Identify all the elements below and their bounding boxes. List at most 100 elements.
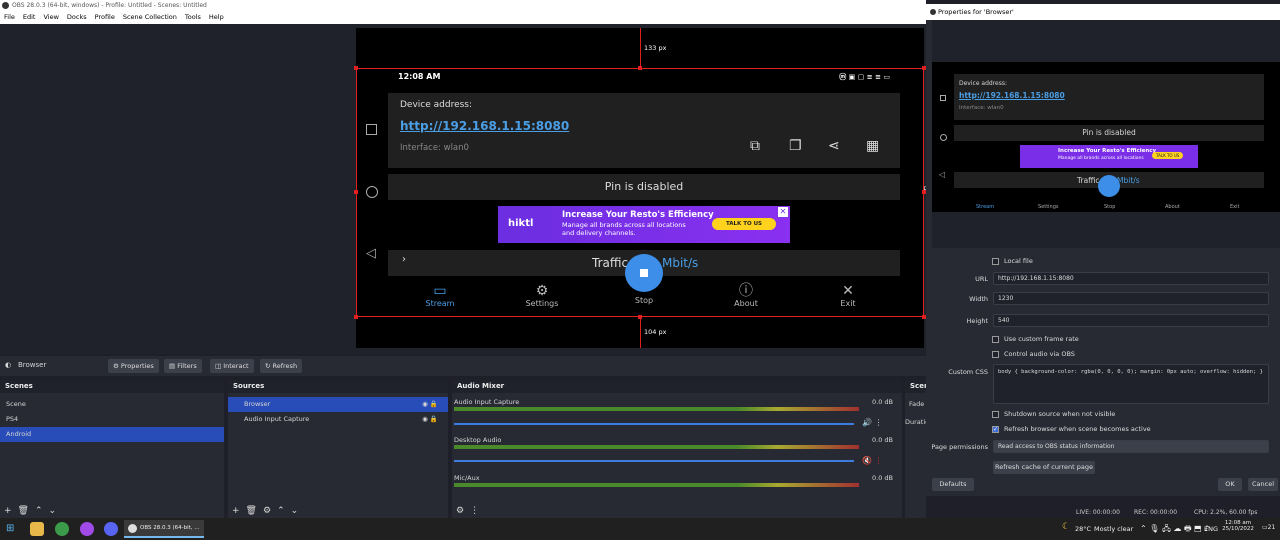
- page-permissions-label: Page permissions: [931, 443, 988, 451]
- gear-icon[interactable]: ⚙: [456, 506, 464, 516]
- share-icon[interactable]: ⋖: [828, 138, 840, 154]
- window-title: OBS 28.0.3 (64-bit, windows) - Profile: …: [12, 2, 207, 9]
- cancel-button[interactable]: Cancel: [1248, 478, 1278, 491]
- weather-temp[interactable]: 28°C: [1075, 525, 1091, 533]
- interact-button[interactable]: ◫ Interact: [210, 359, 254, 373]
- audio-mixer-dock: Audio Mixer Audio Input Capture 0.0 dB 🔊…: [452, 380, 902, 518]
- notification-icon[interactable]: ▭21: [1262, 524, 1275, 531]
- height-input[interactable]: 540: [993, 314, 1269, 327]
- transition-fade[interactable]: Fade: [909, 400, 924, 408]
- close-icon: ✕: [842, 283, 854, 299]
- menu-edit[interactable]: Edit: [23, 11, 36, 24]
- filters-label: Filters: [177, 362, 197, 370]
- preview-ad-headline: Increase Your Resto's Efficiency: [1058, 148, 1157, 154]
- trash-icon[interactable]: 🗑: [246, 506, 257, 516]
- taskbar-obs-app[interactable]: OBS 28.0.3 (64-bit, ...: [124, 520, 204, 538]
- open-external-icon[interactable]: ⧉: [750, 138, 760, 154]
- weather-icon[interactable]: ☾: [1062, 522, 1070, 532]
- eye-icon[interactable]: ◉ 🔒: [422, 397, 438, 412]
- nav-exit-label: Exit: [840, 299, 856, 308]
- control-audio-label: Control audio via OBS: [1004, 350, 1075, 358]
- properties-button[interactable]: ⚙ Properties: [108, 359, 159, 373]
- control-audio-checkbox[interactable]: [992, 351, 999, 358]
- ok-button[interactable]: OK: [1218, 478, 1242, 491]
- down-icon[interactable]: ⌄: [49, 506, 57, 516]
- preview-device-label: Device address:: [959, 80, 1008, 87]
- scene-item[interactable]: PS4: [0, 412, 224, 427]
- add-icon[interactable]: +: [4, 506, 12, 516]
- scene-item[interactable]: Scene: [0, 397, 224, 412]
- menu-docks[interactable]: Docks: [67, 11, 87, 24]
- home-icon: [940, 134, 947, 141]
- refresh-button[interactable]: ↻ Refresh: [260, 359, 303, 373]
- speaker-muted-icon[interactable]: 🔇 ⋮: [862, 456, 883, 465]
- home-icon[interactable]: [366, 186, 378, 198]
- chevron-right-icon[interactable]: ›: [402, 254, 406, 265]
- volume-slider[interactable]: [454, 423, 854, 425]
- preview-nav-exit: Exit: [1230, 204, 1240, 210]
- defaults-button[interactable]: Defaults: [932, 478, 974, 491]
- scenes-dock: Scenes Scene PS4 Android + 🗑 ⌃ ⌄: [0, 380, 224, 518]
- qr-code-icon[interactable]: ▦: [866, 138, 879, 154]
- resize-handle[interactable]: [638, 66, 642, 70]
- back-icon[interactable]: ◁: [366, 246, 376, 261]
- menu-profile[interactable]: Profile: [95, 11, 115, 24]
- menu-tools[interactable]: Tools: [185, 11, 201, 24]
- windows-start-icon[interactable]: ⊞: [6, 523, 14, 534]
- interact-label: Interact: [223, 362, 249, 370]
- nav-exit[interactable]: ✕ Exit: [818, 283, 878, 308]
- width-input[interactable]: 1230: [993, 292, 1269, 305]
- add-icon[interactable]: +: [232, 506, 240, 516]
- resize-handle[interactable]: [638, 315, 642, 319]
- url-input[interactable]: http://192.168.1.15:8080: [993, 272, 1269, 285]
- menu-view[interactable]: View: [43, 11, 58, 24]
- tray-icons[interactable]: ⌃ 🎙 🖧 ☁ 🖶 ⬒ ♪: [1140, 523, 1209, 537]
- info-icon: ⓘ: [739, 283, 753, 299]
- file-explorer-icon[interactable]: [30, 522, 44, 536]
- volume-slider[interactable]: [454, 460, 854, 462]
- custom-fps-checkbox[interactable]: [992, 336, 999, 343]
- trash-icon[interactable]: 🗑: [18, 506, 29, 516]
- shutdown-checkbox[interactable]: [992, 411, 999, 418]
- messenger-icon[interactable]: [80, 522, 94, 536]
- resize-handle[interactable]: [354, 66, 358, 70]
- up-icon[interactable]: ⌃: [277, 506, 285, 516]
- nav-stream[interactable]: ▭ Stream: [410, 283, 470, 308]
- gear-icon[interactable]: ⚙: [263, 506, 271, 516]
- speaker-icon[interactable]: 🔊 ⋮: [862, 418, 883, 427]
- device-address-link[interactable]: http://192.168.1.15:8080: [400, 119, 569, 133]
- down-icon[interactable]: ⌄: [291, 506, 299, 516]
- menu-help[interactable]: Help: [209, 11, 224, 24]
- discord-icon[interactable]: [104, 522, 118, 536]
- nav-settings[interactable]: ⚙ Settings: [512, 283, 572, 308]
- scene-item-selected[interactable]: Android: [0, 427, 224, 442]
- menu-scene-collection[interactable]: Scene Collection: [123, 11, 177, 24]
- filters-button[interactable]: ▤ Filters: [164, 359, 202, 373]
- resize-handle[interactable]: [354, 315, 358, 319]
- eye-icon[interactable]: ◉ 🔒: [422, 412, 438, 427]
- resize-handle[interactable]: [354, 190, 358, 194]
- clock[interactable]: 12:08 am 25/10/2022: [1222, 520, 1254, 532]
- page-permissions-select[interactable]: Read access to OBS status information: [993, 440, 1269, 453]
- menu-file[interactable]: File: [4, 11, 15, 24]
- source-item-selected[interactable]: Browser ◉ 🔒: [228, 397, 448, 412]
- scenes-title: Scenes: [0, 380, 224, 393]
- menu-dots-icon[interactable]: ⋮: [470, 506, 479, 516]
- custom-css-textarea[interactable]: body { background-color: rgba(0, 0, 0, 0…: [993, 364, 1269, 404]
- chrome-icon[interactable]: [55, 522, 69, 536]
- stop-fab[interactable]: [625, 254, 663, 292]
- nav-about[interactable]: ⓘ About: [716, 283, 776, 308]
- language-indicator[interactable]: ENG: [1204, 525, 1218, 533]
- refresh-active-checkbox[interactable]: ✓: [992, 426, 999, 433]
- weather-text[interactable]: Mostly clear: [1094, 525, 1133, 533]
- copy-icon[interactable]: ❐: [789, 138, 802, 154]
- ad-banner[interactable]: hiktl Increase Your Resto's Efficiency M…: [498, 206, 790, 243]
- up-icon[interactable]: ⌃: [35, 506, 43, 516]
- source-item[interactable]: Audio Input Capture ◉ 🔒: [228, 412, 448, 427]
- ad-cta-button[interactable]: TALK TO US: [712, 218, 776, 230]
- ad-close-icon[interactable]: ✕: [778, 207, 788, 217]
- refresh-cache-button[interactable]: Refresh cache of current page: [993, 461, 1095, 474]
- nav-stop[interactable]: Stop: [614, 296, 674, 305]
- local-file-checkbox[interactable]: [992, 258, 999, 265]
- recents-icon[interactable]: [366, 124, 377, 135]
